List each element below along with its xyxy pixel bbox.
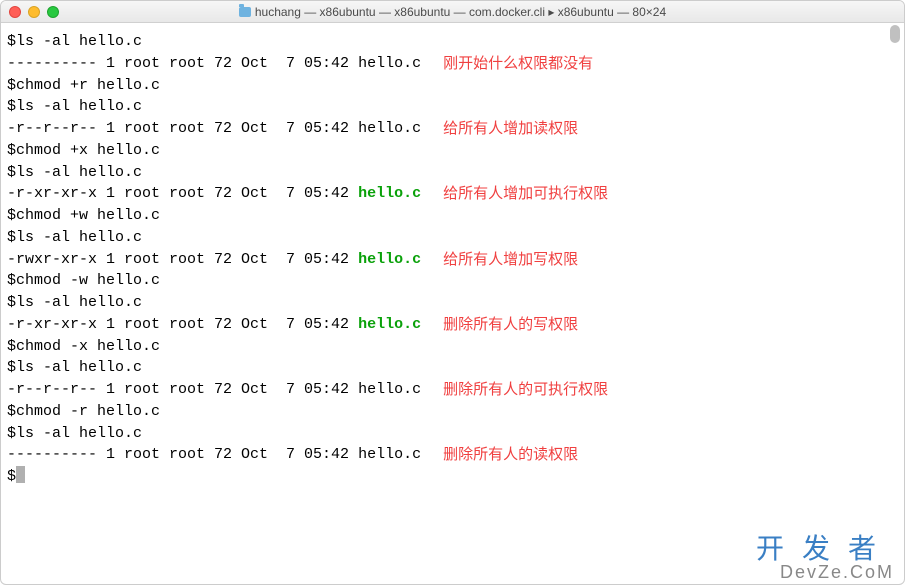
terminal-line: $ (7, 466, 898, 488)
terminal-line: $chmod +w hello.c (7, 205, 898, 227)
terminal-line: $ls -al hello.c (7, 357, 898, 379)
terminal-line: $ls -al hello.c (7, 96, 898, 118)
line-text: $ls -al hello.c (7, 96, 142, 118)
terminal-line: -rwxr-xr-x 1 root root 72 Oct 7 05:42 he… (7, 249, 898, 271)
line-text: $ls -al hello.c (7, 357, 142, 379)
terminal-line: $ls -al hello.c (7, 292, 898, 314)
terminal-line: -r-xr-xr-x 1 root root 72 Oct 7 05:42 he… (7, 314, 898, 336)
line-text: $ (7, 466, 16, 488)
line-text: $chmod -r hello.c (7, 401, 160, 423)
line-text: $chmod +w hello.c (7, 205, 160, 227)
terminal-line: $ls -al hello.c (7, 162, 898, 184)
annotation: 删除所有人的读权限 (443, 444, 578, 466)
annotation: 删除所有人的可执行权限 (443, 379, 608, 401)
close-icon[interactable] (9, 6, 21, 18)
filename: hello.c (358, 444, 421, 466)
terminal-window: huchang — x86ubuntu — x86ubuntu — com.do… (0, 0, 905, 585)
maximize-icon[interactable] (47, 6, 59, 18)
line-text: $ls -al hello.c (7, 31, 142, 53)
terminal-line: $ls -al hello.c (7, 31, 898, 53)
watermark-en: DevZe.CoM (756, 563, 894, 582)
filename: hello.c (358, 183, 421, 205)
terminal-line: $chmod +r hello.c (7, 75, 898, 97)
ls-output: ---------- 1 root root 72 Oct 7 05:42 (7, 444, 358, 466)
terminal-line: $ls -al hello.c (7, 227, 898, 249)
terminal-line: -r--r--r-- 1 root root 72 Oct 7 05:42 he… (7, 379, 898, 401)
ls-output: -r--r--r-- 1 root root 72 Oct 7 05:42 (7, 379, 358, 401)
ls-output: -r--r--r-- 1 root root 72 Oct 7 05:42 (7, 118, 358, 140)
scrollbar-thumb[interactable] (890, 25, 900, 43)
line-text: $ls -al hello.c (7, 227, 142, 249)
annotation: 给所有人增加可执行权限 (443, 183, 608, 205)
terminal-line: -r--r--r-- 1 root root 72 Oct 7 05:42 he… (7, 118, 898, 140)
line-text: $chmod -w hello.c (7, 270, 160, 292)
line-text: $chmod +x hello.c (7, 140, 160, 162)
title-text: huchang — x86ubuntu — x86ubuntu — com.do… (255, 5, 666, 19)
filename: hello.c (358, 314, 421, 336)
terminal-line: $chmod -w hello.c (7, 270, 898, 292)
titlebar[interactable]: huchang — x86ubuntu — x86ubuntu — com.do… (1, 1, 904, 23)
line-text: $chmod +r hello.c (7, 75, 160, 97)
watermark-cn: 开发者 (756, 534, 894, 563)
folder-icon (239, 7, 251, 17)
watermark: 开发者 DevZe.CoM (756, 534, 894, 582)
annotation: 删除所有人的写权限 (443, 314, 578, 336)
scrollbar-track (888, 25, 902, 582)
terminal-line: -r-xr-xr-x 1 root root 72 Oct 7 05:42 he… (7, 183, 898, 205)
line-text: $ls -al hello.c (7, 423, 142, 445)
line-text: $chmod -x hello.c (7, 336, 160, 358)
scrollbar[interactable] (888, 25, 902, 582)
terminal-body[interactable]: $ls -al hello.c---------- 1 root root 72… (1, 23, 904, 584)
annotation: 刚开始什么权限都没有 (443, 53, 593, 75)
filename: hello.c (358, 53, 421, 75)
annotation: 给所有人增加读权限 (443, 118, 578, 140)
line-text: $ls -al hello.c (7, 162, 142, 184)
ls-output: -r-xr-xr-x 1 root root 72 Oct 7 05:42 (7, 183, 358, 205)
ls-output: ---------- 1 root root 72 Oct 7 05:42 (7, 53, 358, 75)
ls-output: -rwxr-xr-x 1 root root 72 Oct 7 05:42 (7, 249, 358, 271)
ls-output: -r-xr-xr-x 1 root root 72 Oct 7 05:42 (7, 314, 358, 336)
terminal-line: ---------- 1 root root 72 Oct 7 05:42 he… (7, 53, 898, 75)
terminal-line: $ls -al hello.c (7, 423, 898, 445)
filename: hello.c (358, 379, 421, 401)
filename: hello.c (358, 118, 421, 140)
minimize-icon[interactable] (28, 6, 40, 18)
terminal-line: ---------- 1 root root 72 Oct 7 05:42 he… (7, 444, 898, 466)
terminal-line: $chmod -x hello.c (7, 336, 898, 358)
terminal-line: $chmod +x hello.c (7, 140, 898, 162)
cursor-icon (16, 466, 25, 483)
filename: hello.c (358, 249, 421, 271)
window-title: huchang — x86ubuntu — x86ubuntu — com.do… (1, 5, 904, 19)
terminal-line: $chmod -r hello.c (7, 401, 898, 423)
traffic-lights (9, 6, 59, 18)
annotation: 给所有人增加写权限 (443, 249, 578, 271)
line-text: $ls -al hello.c (7, 292, 142, 314)
